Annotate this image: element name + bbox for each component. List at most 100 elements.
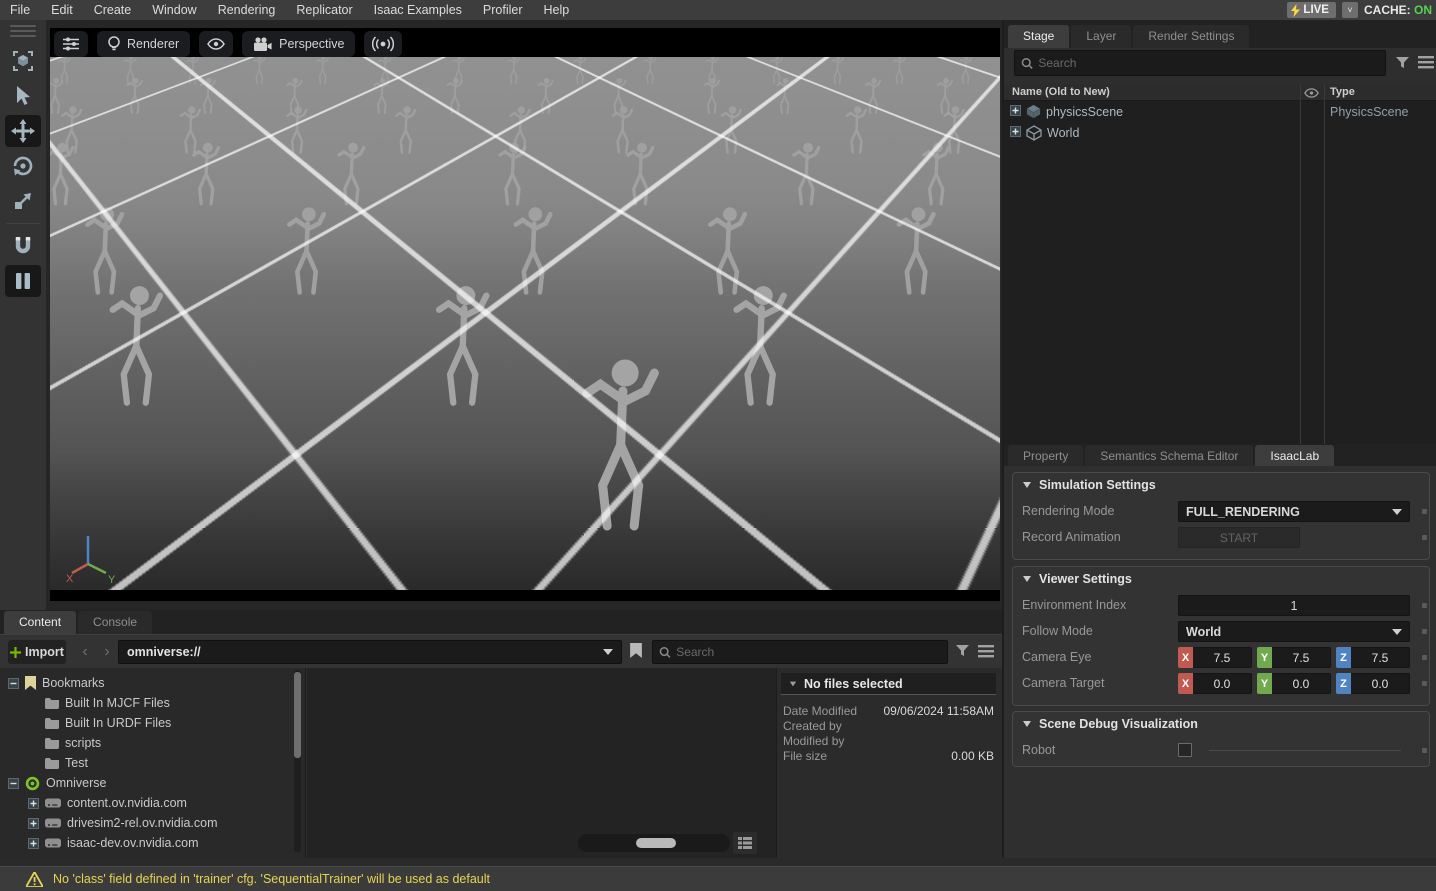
pause-button[interactable] bbox=[5, 265, 41, 297]
camera-menu-button[interactable]: Perspective bbox=[242, 31, 355, 57]
right-panel: StageLayerRender Settings Name (Old to N… bbox=[1002, 20, 1436, 860]
stage-search-input[interactable] bbox=[1038, 56, 1379, 70]
expand-plus-icon[interactable] bbox=[1010, 124, 1021, 142]
follow-mode-dropdown[interactable]: World bbox=[1178, 621, 1410, 642]
stage-row-world[interactable]: World bbox=[1004, 122, 1436, 143]
visibility-column-icon[interactable] bbox=[1304, 88, 1319, 98]
rotate-tool-button[interactable] bbox=[5, 150, 41, 182]
scrollbar-thumb[interactable] bbox=[294, 672, 301, 758]
expand-minus-icon[interactable] bbox=[8, 678, 19, 689]
expand-plus-icon[interactable] bbox=[28, 798, 39, 809]
view-mode-button[interactable] bbox=[733, 832, 757, 854]
record-animation-label: Record Animation bbox=[1022, 530, 1121, 544]
camera-eye-y-input[interactable]: 7.5 bbox=[1272, 647, 1331, 668]
detail-label: File size bbox=[783, 749, 827, 764]
camera-eye-x-input[interactable]: 7.5 bbox=[1193, 647, 1252, 668]
move-tool-button[interactable] bbox=[5, 115, 41, 147]
menu-rendering[interactable]: Rendering bbox=[218, 3, 276, 17]
prop-tab-semantics-schema-editor[interactable]: Semantics Schema Editor bbox=[1085, 445, 1253, 468]
snap-tool-button[interactable] bbox=[5, 230, 41, 262]
camera-eye-z-input[interactable]: 7.5 bbox=[1351, 647, 1410, 668]
scale-tool-button[interactable] bbox=[5, 185, 41, 217]
camera-target-z-input[interactable]: 0.0 bbox=[1351, 673, 1410, 694]
menu-file[interactable]: File bbox=[10, 3, 30, 17]
tree-item-drivesim2-rel-ov-nvidia-com[interactable]: drivesim2-rel.ov.nvidia.com bbox=[0, 813, 305, 833]
visibility-menu-button[interactable] bbox=[199, 31, 233, 57]
expand-plus-icon[interactable] bbox=[28, 838, 39, 849]
camera-target-x-input[interactable]: 0.0 bbox=[1193, 673, 1252, 694]
slider-handle[interactable] bbox=[636, 838, 676, 848]
tree-item-test[interactable]: Test bbox=[0, 753, 305, 773]
simulation-settings-header[interactable]: Simulation Settings bbox=[1013, 473, 1429, 496]
options-menu-icon[interactable] bbox=[978, 645, 994, 658]
path-bar[interactable] bbox=[118, 640, 622, 664]
filter-icon[interactable] bbox=[955, 644, 970, 658]
menu-profiler[interactable]: Profiler bbox=[483, 3, 523, 17]
menu-edit[interactable]: Edit bbox=[51, 3, 73, 17]
viewport-3d[interactable]: X Y Renderer bbox=[50, 28, 1000, 601]
back-button[interactable]: ‹ bbox=[74, 640, 96, 664]
renderer-menu-button[interactable]: Renderer bbox=[97, 31, 190, 57]
start-button[interactable]: START bbox=[1178, 527, 1300, 548]
import-button[interactable]: Import bbox=[8, 640, 66, 664]
camera-target-y-input[interactable]: 0.0 bbox=[1272, 673, 1331, 694]
stage-table-header: Name (Old to New) Type bbox=[1004, 84, 1436, 101]
section-title: Scene Debug Visualization bbox=[1039, 717, 1198, 731]
detail-label: Modified by bbox=[783, 734, 844, 749]
scale-icon bbox=[12, 190, 34, 212]
live-dropdown-button[interactable]: ˅ bbox=[1342, 2, 1358, 18]
prop-tab-isaaclab[interactable]: IsaacLab bbox=[1255, 445, 1334, 468]
tree-item-isaac-dev-ov-nvidia-com[interactable]: isaac-dev.ov.nvidia.com bbox=[0, 833, 305, 853]
cursor-select-button[interactable] bbox=[5, 80, 41, 112]
column-type: Type bbox=[1330, 86, 1355, 98]
capture-button[interactable] bbox=[364, 31, 402, 57]
detail-value: 0.00 KB bbox=[951, 749, 994, 764]
content-tab-content[interactable]: Content bbox=[4, 611, 76, 634]
expand-minus-icon[interactable] bbox=[8, 778, 19, 789]
thumbnail-size-slider[interactable] bbox=[578, 834, 730, 852]
file-grid-area[interactable] bbox=[307, 668, 776, 858]
tree-item-built-in-mjcf-files[interactable]: Built In MJCF Files bbox=[0, 693, 305, 713]
options-menu-icon[interactable] bbox=[1418, 56, 1434, 69]
prop-tab-property[interactable]: Property bbox=[1008, 445, 1083, 468]
menu-isaac-examples[interactable]: Isaac Examples bbox=[374, 3, 462, 17]
path-input[interactable] bbox=[127, 645, 597, 659]
viewport-settings-button[interactable] bbox=[54, 31, 88, 57]
tree-item-content-ov-nvidia-com[interactable]: content.ov.nvidia.com bbox=[0, 793, 305, 813]
property-tab-bar: PropertySemantics Schema EditorIsaacLab bbox=[1004, 444, 1436, 468]
rendering-mode-dropdown[interactable]: FULL_RENDERING bbox=[1178, 501, 1410, 522]
expand-plus-icon[interactable] bbox=[1010, 103, 1021, 121]
simulation-settings-section: Simulation Settings Rendering Mode FULL_… bbox=[1012, 472, 1430, 560]
environment-index-input[interactable]: 1 bbox=[1178, 595, 1410, 616]
menu-replicator[interactable]: Replicator bbox=[296, 3, 352, 17]
stage-tab-layer[interactable]: Layer bbox=[1071, 25, 1131, 48]
forward-button[interactable]: › bbox=[96, 640, 118, 664]
menu-create[interactable]: Create bbox=[94, 3, 132, 17]
content-tab-console[interactable]: Console bbox=[78, 611, 152, 634]
path-dropdown-arrow-icon[interactable] bbox=[603, 649, 613, 655]
select-mode-button[interactable] bbox=[5, 45, 41, 77]
stage-row-physicsscene[interactable]: physicsScenePhysicsScene bbox=[1004, 101, 1436, 122]
tree-item-scripts[interactable]: scripts bbox=[0, 733, 305, 753]
default-indicator bbox=[1422, 655, 1427, 660]
menu-help[interactable]: Help bbox=[544, 3, 570, 17]
scrollbar-track[interactable] bbox=[294, 670, 301, 852]
tree-item-omniverse[interactable]: Omniverse bbox=[0, 773, 305, 793]
robot-debug-checkbox[interactable] bbox=[1178, 743, 1192, 757]
live-button[interactable]: LIVE bbox=[1287, 2, 1336, 18]
expand-plus-icon[interactable] bbox=[28, 818, 39, 829]
menu-window[interactable]: Window bbox=[152, 3, 196, 17]
stage-tab-render-settings[interactable]: Render Settings bbox=[1133, 25, 1249, 48]
tree-item-built-in-urdf-files[interactable]: Built In URDF Files bbox=[0, 713, 305, 733]
tree-item-bookmarks[interactable]: Bookmarks bbox=[0, 673, 305, 693]
content-search-input[interactable] bbox=[676, 645, 941, 659]
bookmark-icon[interactable] bbox=[630, 643, 642, 658]
stage-tab-stage[interactable]: Stage bbox=[1008, 25, 1069, 48]
viewer-settings-header[interactable]: Viewer Settings bbox=[1013, 567, 1429, 590]
filter-icon[interactable] bbox=[1395, 56, 1410, 70]
selection-header[interactable]: No files selected bbox=[781, 673, 996, 695]
toolbar-grip-icon[interactable] bbox=[10, 25, 36, 37]
camera-eye-label: Camera Eye bbox=[1022, 650, 1091, 664]
environment-index-label: Environment Index bbox=[1022, 598, 1126, 612]
scene-debug-header[interactable]: Scene Debug Visualization bbox=[1013, 712, 1429, 735]
